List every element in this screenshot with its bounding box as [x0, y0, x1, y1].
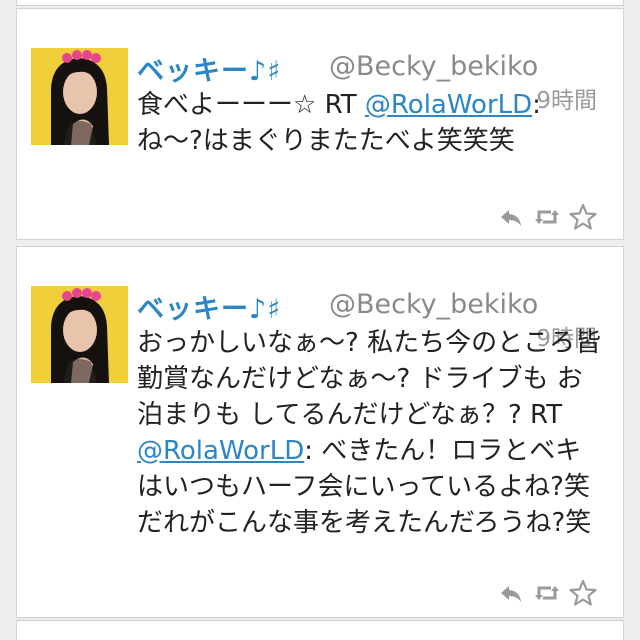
tweet-text: 食べよーーー☆ RT @RolaWorLD: ね〜?はまぐりまたたべよ笑笑笑: [137, 87, 607, 159]
avatar[interactable]: [31, 286, 128, 383]
tweet-text-part: おっかしいなぁ〜? 私たち今のところ皆勤賞なんだけどなぁ〜? ドライブも お泊ま…: [137, 328, 602, 430]
user-handle[interactable]: @Becky_bekiko: [329, 51, 538, 82]
tweet-actions: [497, 201, 597, 233]
mention-link[interactable]: @RolaWorLD: [365, 90, 532, 120]
favorite-star-icon[interactable]: [569, 203, 597, 231]
next-tweet-edge: [16, 620, 624, 640]
previous-tweet-edge: [16, 0, 624, 6]
retweet-icon[interactable]: [533, 203, 561, 231]
tweet-text: おっかしいなぁ〜? 私たち今のところ皆勤賞なんだけどなぁ〜? ドライブも お泊ま…: [137, 325, 607, 541]
user-handle[interactable]: @Becky_bekiko: [329, 289, 538, 320]
display-name[interactable]: ベッキー♪♯: [137, 287, 281, 326]
display-name[interactable]: ベッキー♪♯: [137, 49, 281, 88]
mention-link[interactable]: @RolaWorLD: [137, 436, 304, 466]
tweet-actions: [497, 577, 597, 609]
retweet-icon[interactable]: [533, 579, 561, 607]
tweet-card[interactable]: ベッキー♪♯ @Becky_bekiko 9時間 おっかしいなぁ〜? 私たち今の…: [16, 246, 624, 618]
favorite-star-icon[interactable]: [569, 579, 597, 607]
reply-icon[interactable]: [497, 203, 525, 231]
tweet-text-part: 食べよーーー☆ RT: [137, 90, 365, 120]
reply-icon[interactable]: [497, 579, 525, 607]
avatar[interactable]: [31, 48, 128, 145]
tweet-card[interactable]: ベッキー♪♯ @Becky_bekiko 9時間 食べよーーー☆ RT @Rol…: [16, 8, 624, 240]
